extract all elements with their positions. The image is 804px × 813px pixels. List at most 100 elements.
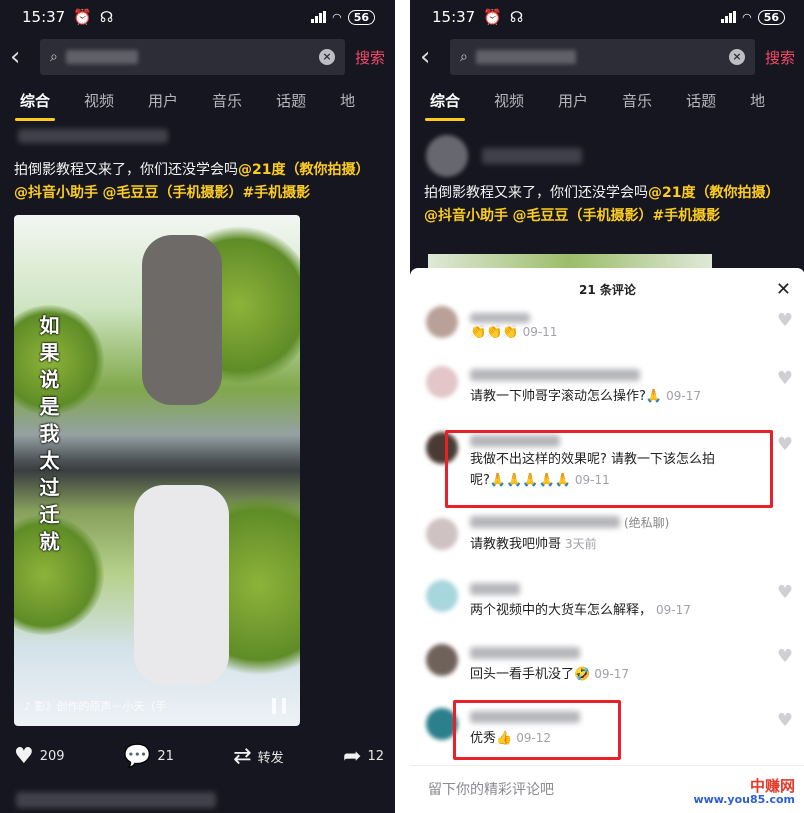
video-player[interactable]: 如果说是我太过迁就 ♪ 影》创作的原声－小天（手 [14, 215, 300, 726]
tab-general[interactable]: 综合 [14, 90, 56, 121]
clear-icon[interactable]: × [728, 49, 745, 65]
search-icon: ⌕ [50, 49, 58, 65]
avatar[interactable] [426, 366, 458, 398]
comment-time: 3天前 [565, 537, 597, 551]
author-suffix: (绝私聊) [624, 515, 670, 530]
alarm-icon: ⏰ [483, 8, 502, 26]
post-actions: ♥ 209 💬 21 ⇄ 转发 ➦ 12 [14, 744, 384, 769]
search-icon: ⌕ [460, 49, 468, 65]
comment-item: (绝私聊) 请教教我吧帅哥 3天前 [410, 514, 804, 564]
clear-icon[interactable]: × [318, 49, 335, 65]
author-row-blurred [0, 122, 395, 159]
heart-icon[interactable]: ♥ [777, 310, 793, 331]
next-item-blurred [16, 792, 216, 812]
status-time: 15:37 [432, 8, 476, 26]
post-caption: 拍倒影教程又来了，你们还没学会吗@21度（教你拍摄） @抖音小助手 @毛豆豆（手机… [0, 159, 395, 205]
battery-indicator: 56 [757, 9, 785, 25]
wifi-icon: ◠ [742, 10, 752, 24]
heart-icon[interactable]: ♥ [777, 368, 793, 389]
comment-body: 两个视频中的大货车怎么解释， 09-17 [470, 600, 691, 621]
heart-icon[interactable]: ♥ [777, 582, 793, 603]
avatar[interactable] [426, 135, 468, 177]
hashtag-link[interactable]: #手机摄影 [242, 185, 310, 201]
search-tabs: 综合 视频 用户 音乐 话题 地 [410, 78, 804, 122]
tab-user[interactable]: 用户 [148, 90, 178, 111]
comments-sheet: 21 条评论 ✕ 👏👏👏 09-11 ♥ 请教一下帅哥字滚动怎么操作?🙏 09-17… [410, 268, 804, 813]
watermark-title: 中赚网 [749, 777, 795, 795]
tab-location[interactable]: 地 [750, 90, 765, 111]
like-button[interactable]: ♥ 209 [14, 744, 65, 769]
forward-button[interactable]: ➦ 12 [343, 744, 384, 769]
avatar[interactable] [426, 644, 458, 676]
signal-icon [311, 11, 327, 23]
mention-link[interactable]: @21度（教你拍摄） [648, 185, 779, 201]
search-input[interactable]: ⌕ × [450, 39, 755, 75]
tab-video[interactable]: 视频 [494, 90, 524, 111]
heart-icon[interactable]: ♥ [777, 434, 793, 455]
video-overlay-text: 如果说是我太过迁就 [36, 315, 60, 558]
repost-icon: ⇄ [233, 744, 252, 769]
tab-user[interactable]: 用户 [558, 90, 588, 111]
like-count: 209 [39, 749, 65, 764]
share-arrow-icon: ➦ [343, 744, 362, 769]
search-button[interactable]: 搜索 [355, 47, 385, 68]
mention-link[interactable]: @毛豆豆（手机摄影） [102, 185, 242, 201]
search-query-blurred [475, 49, 721, 65]
comment-body: 请教一下帅哥字滚动怎么操作?🙏 09-17 [470, 386, 701, 407]
comment-body: 👏👏👏 09-11 [470, 322, 557, 343]
mention-link[interactable]: @抖音小助手 [424, 208, 508, 224]
comment-time: 09-11 [522, 325, 558, 339]
heart-icon[interactable]: ♥ [777, 710, 793, 731]
signal-icon [721, 11, 737, 23]
comment-author: (绝私聊) [470, 514, 669, 530]
search-button[interactable]: 搜索 [765, 47, 795, 68]
comment-button[interactable]: 💬 21 [124, 744, 174, 769]
comment-text: 👏👏👏 [470, 325, 519, 340]
tab-video[interactable]: 视频 [84, 90, 114, 111]
pause-icon[interactable] [272, 698, 286, 714]
search-row: ‹ ⌕ × 搜索 [0, 36, 395, 78]
wifi-icon: ◠ [332, 10, 342, 24]
battery-indicator: 56 [347, 9, 375, 25]
mention-link[interactable]: @毛豆豆（手机摄影） [512, 208, 652, 224]
caption-text: 拍倒影教程又来了，你们还没学会吗 [424, 185, 648, 201]
avatar[interactable] [426, 580, 458, 612]
tab-general[interactable]: 综合 [424, 90, 466, 121]
hashtag-link[interactable]: #手机摄影 [652, 208, 720, 224]
back-icon[interactable]: ‹ [10, 44, 30, 70]
comment-author-blurred [470, 366, 640, 382]
right-phone-screen: 15:37 ⏰ ☊ ◠ 56 ‹ ⌕ × 搜索 综合 视频 用户 音乐 话题 地… [410, 0, 804, 813]
comment-text: 请教教我吧帅哥 [470, 537, 562, 552]
back-icon[interactable]: ‹ [420, 44, 440, 70]
comment-time: 09-17 [594, 667, 630, 681]
tab-music[interactable]: 音乐 [212, 90, 242, 111]
mention-link[interactable]: @抖音小助手 [14, 185, 98, 201]
search-row: ‹ ⌕ × 搜索 [410, 36, 804, 78]
caption-text: 拍倒影教程又来了，你们还没学会吗 [14, 162, 238, 178]
avatar[interactable] [426, 306, 458, 338]
avatar[interactable] [426, 518, 458, 550]
mention-link[interactable]: @21度（教你拍摄） [238, 162, 369, 178]
tab-music[interactable]: 音乐 [622, 90, 652, 111]
tab-topic[interactable]: 话题 [686, 90, 716, 111]
tab-location[interactable]: 地 [340, 90, 355, 111]
status-time: 15:37 [22, 8, 66, 26]
search-input[interactable]: ⌕ × [40, 39, 345, 75]
search-query-blurred [65, 49, 311, 65]
headphone-icon: ☊ [99, 8, 114, 26]
headphone-icon: ☊ [509, 8, 524, 26]
comment-author-blurred [470, 644, 580, 660]
alarm-icon: ⏰ [73, 8, 92, 26]
repost-button[interactable]: ⇄ 转发 [233, 744, 283, 769]
left-phone-screen: 15:37 ⏰ ☊ ◠ 56 ‹ ⌕ × 搜索 综合 视频 用户 音乐 话题 地… [0, 0, 395, 813]
music-label[interactable]: ♪ 影》创作的原声－小天（手 [24, 698, 167, 714]
heart-icon[interactable]: ♥ [777, 646, 793, 667]
heart-icon: ♥ [14, 744, 34, 769]
comment-icon: 💬 [123, 744, 152, 769]
post-caption: 拍倒影教程又来了，你们还没学会吗@21度（教你拍摄） @抖音小助手 @毛豆豆（手机… [410, 182, 804, 228]
comment-time: 09-17 [666, 389, 701, 403]
comment-time: 09-17 [656, 603, 691, 617]
comments-count-label: 21 条评论 [579, 283, 636, 297]
forward-count: 12 [367, 749, 384, 764]
tab-topic[interactable]: 话题 [276, 90, 306, 111]
